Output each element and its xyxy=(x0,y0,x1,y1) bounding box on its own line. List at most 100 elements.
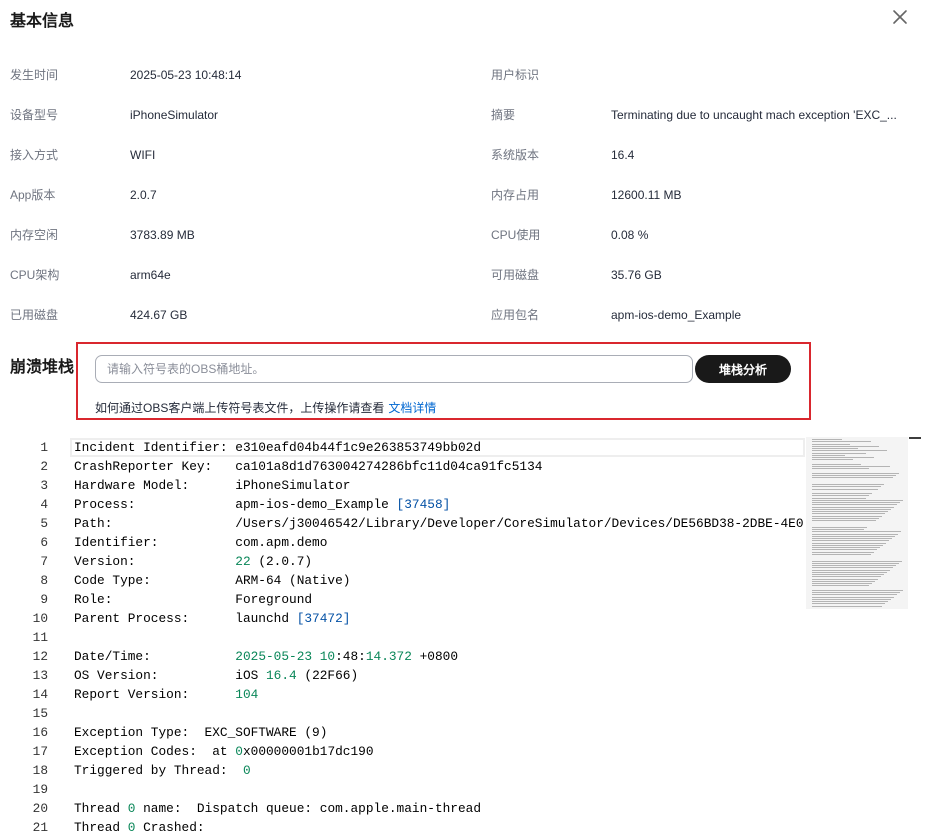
scrollbar-cursor-marker[interactable] xyxy=(909,437,921,439)
minimap-line xyxy=(812,488,878,490)
minimap-line xyxy=(812,529,864,531)
minimap-line xyxy=(812,589,903,591)
code-number-token: 2025-05-23 10 xyxy=(235,649,336,664)
minimap-line xyxy=(812,466,890,468)
line-number: 7 xyxy=(40,554,48,569)
info-value: 2025-05-23 10:48:14 xyxy=(130,68,242,82)
info-label: 应用包名 xyxy=(491,308,540,322)
line-number: 4 xyxy=(40,497,48,512)
info-value: 35.76 GB xyxy=(611,268,662,282)
code-minimap[interactable] xyxy=(806,437,908,609)
minimap-line xyxy=(812,472,899,474)
info-label: CPU使用 xyxy=(491,228,541,242)
info-label: 接入方式 xyxy=(10,148,59,162)
minimap-line xyxy=(812,576,881,578)
code-text-token: Triggered by Thread: xyxy=(74,763,243,778)
crash-log-editor[interactable]: 1 2 3 4 5 6 7 8 9 10 11 12 13 14 15 16 17 18 19 20 21 Incide… xyxy=(0,437,935,836)
minimap-line xyxy=(812,452,866,454)
info-label: 可用磁盘 xyxy=(491,268,540,282)
doc-details-link[interactable]: 文档详情 xyxy=(388,401,436,415)
minimap-line xyxy=(812,508,891,510)
line-number: 18 xyxy=(32,763,48,778)
code-line[interactable]: Incident Identifier: e310eafd04b44f1c9e2… xyxy=(74,438,481,457)
crash-stack-title: 崩溃堆栈 xyxy=(10,359,75,376)
code-text-token: Hardware Model: iPhoneSimulator xyxy=(74,478,351,493)
code-text-token: CrashReporter Key: ca101a8d1d76300427428… xyxy=(74,459,543,474)
info-label: 系统版本 xyxy=(491,148,540,162)
minimap-line xyxy=(812,551,874,553)
code-line[interactable]: Report Version: 104 xyxy=(74,685,258,704)
line-number: 12 xyxy=(32,649,48,664)
minimap-line xyxy=(812,502,900,504)
minimap-line xyxy=(812,497,866,499)
minimap-line xyxy=(812,526,867,528)
minimap-line xyxy=(812,583,872,585)
code-line[interactable]: Parent Process: launchd [37472] xyxy=(74,609,350,628)
code-line[interactable]: Exception Codes: at 0x00000001b17dc190 xyxy=(74,742,374,761)
minimap-line xyxy=(812,592,900,594)
line-number: 20 xyxy=(32,801,48,816)
code-reference-token: [37472] xyxy=(296,611,351,626)
code-line[interactable]: Process: apm-ios-demo_Example [37458] xyxy=(74,495,450,514)
info-label: App版本 xyxy=(10,188,56,202)
minimap-line xyxy=(812,511,888,513)
minimap-line xyxy=(812,567,893,569)
code-line[interactable]: Triggered by Thread: 0 xyxy=(74,761,251,780)
code-text-token: Process: apm-ios-demo_Example xyxy=(74,497,397,512)
info-label: 设备型号 xyxy=(10,108,59,122)
minimap-line xyxy=(812,463,861,465)
minimap-line xyxy=(812,484,884,486)
info-value: 424.67 GB xyxy=(130,308,188,322)
minimap-line xyxy=(812,540,889,542)
code-number-token: 22 xyxy=(235,554,251,569)
line-number: 1 xyxy=(40,440,48,455)
line-number: 10 xyxy=(32,611,48,626)
code-line[interactable]: Date/Time: 2025-05-23 10:48:14.372 +0800 xyxy=(74,647,458,666)
code-text-token: Report Version: xyxy=(74,687,236,702)
code-reference-token: [37458] xyxy=(396,497,451,512)
info-value: arm64e xyxy=(130,268,171,282)
minimap-line xyxy=(812,560,902,562)
minimap-line xyxy=(812,454,845,456)
obs-bucket-input[interactable] xyxy=(95,355,693,383)
code-line[interactable]: Identifier: com.apm.demo xyxy=(74,533,327,552)
code-line[interactable]: Code Type: ARM-64 (Native) xyxy=(74,571,350,590)
code-text-token: Version: xyxy=(74,554,236,569)
code-text-token: Crashed: xyxy=(135,820,205,835)
code-text-token: Identifier: com.apm.demo xyxy=(74,535,328,550)
info-label: 内存占用 xyxy=(491,188,540,202)
minimap-line xyxy=(812,475,896,477)
line-number-gutter: 1 2 3 4 5 6 7 8 9 10 11 12 13 14 15 16 17 18 19 20 21 xyxy=(0,437,48,836)
code-line[interactable]: Role: Foreground xyxy=(74,590,312,609)
info-value: 2.0.7 xyxy=(130,188,157,202)
info-value: 16.4 xyxy=(611,148,635,162)
code-line[interactable]: Version: 22 (2.0.7) xyxy=(74,552,312,571)
symbol-upload-help: 如何通过OBS客户端上传符号表文件，上传操作请查看 文档详情 xyxy=(95,400,436,416)
basic-info-grid: 发生时间 2025-05-23 10:48:14 设备型号 iPhoneSimulat… xyxy=(0,0,935,340)
minimap-line xyxy=(812,520,876,522)
code-line[interactable]: Thread 0 Crashed: xyxy=(74,818,205,836)
code-text-token: x00000001b17dc190 xyxy=(242,744,374,759)
line-number: 17 xyxy=(32,744,48,759)
code-text-token: Thread xyxy=(74,801,128,816)
info-value: 3783.89 MB xyxy=(130,228,195,242)
code-line[interactable]: CrashReporter Key: ca101a8d1d76300427428… xyxy=(74,457,542,476)
code-viewport[interactable]: Incident Identifier: e310eafd04b44f1c9e2… xyxy=(74,437,805,836)
code-number-token: 16.4 xyxy=(266,668,297,683)
code-text-token: Thread xyxy=(74,820,128,835)
line-number: 2 xyxy=(40,459,48,474)
minimap-line xyxy=(812,441,871,443)
code-line[interactable]: Thread 0 name: Dispatch queue: com.apple… xyxy=(74,799,481,818)
info-value: Terminating due to uncaught mach excepti… xyxy=(611,108,897,122)
minimap-line xyxy=(812,486,881,488)
code-number-token: 104 xyxy=(235,687,259,702)
code-line[interactable]: Hardware Model: iPhoneSimulator xyxy=(74,476,350,495)
stack-analyze-button[interactable]: 堆栈分析 xyxy=(695,355,791,383)
minimap-line xyxy=(812,493,872,495)
minimap-line xyxy=(812,580,875,582)
code-line[interactable]: Exception Type: EXC_SOFTWARE (9) xyxy=(74,723,327,742)
code-line[interactable]: OS Version: iOS 16.4 (22F66) xyxy=(74,666,358,685)
info-label: 内存空闲 xyxy=(10,228,59,242)
code-line[interactable]: Path: /Users/j30046542/Library/Developer… xyxy=(74,514,804,533)
minimap-line xyxy=(812,578,878,580)
